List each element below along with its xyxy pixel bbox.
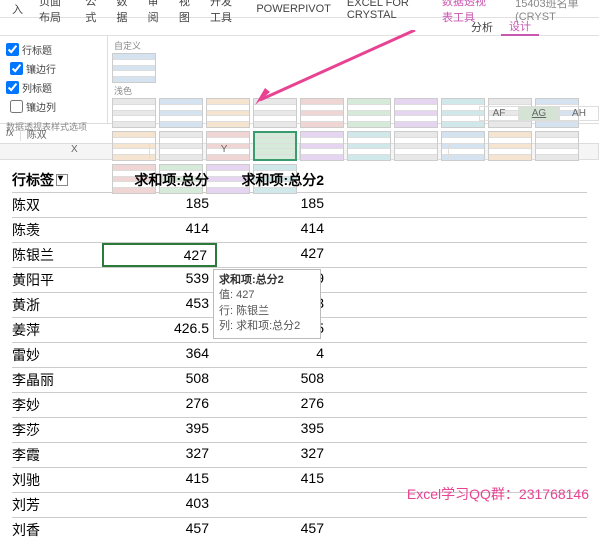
style-swatch[interactable] <box>253 98 297 128</box>
style-swatch[interactable] <box>347 98 391 128</box>
style-swatch[interactable] <box>112 53 156 83</box>
tab[interactable]: 开发工具 <box>202 0 248 25</box>
table-row[interactable]: 刘香457457 <box>12 517 587 542</box>
style-swatch[interactable] <box>300 98 344 128</box>
stripe-row-check[interactable]: 镶边行 <box>10 61 56 76</box>
col-x[interactable]: X <box>0 144 150 159</box>
table-row[interactable]: 陈双185185 <box>12 192 587 217</box>
style-swatch[interactable] <box>394 98 438 128</box>
table-row[interactable]: 李妙276276 <box>12 392 587 417</box>
tooltip-value: 值: 427 <box>219 288 315 303</box>
watermark: Excel学习QQ群：231768146 <box>407 484 589 504</box>
fx-icon[interactable]: fx <box>0 128 20 139</box>
ribbon-tabs: 入 页面布局 公式 数据 审阅 视图 开发工具 POWERPIVOT EXCEL… <box>0 0 599 18</box>
tab[interactable]: EXCEL FOR CRYSTAL <box>339 0 434 21</box>
custom-label: 自定义 <box>114 39 595 52</box>
style-swatch[interactable] <box>206 98 250 128</box>
tab[interactable]: 审阅 <box>140 0 171 25</box>
table-row[interactable]: 李晶丽508508 <box>12 367 587 392</box>
col-ah[interactable]: AH <box>559 106 599 121</box>
tab[interactable]: POWERPIVOT <box>248 3 339 15</box>
tab[interactable]: 页面布局 <box>31 0 77 25</box>
table-row[interactable]: 李莎395395 <box>12 417 587 442</box>
col-af[interactable]: AF <box>479 106 519 121</box>
column-headers: X Y <box>0 144 599 160</box>
row-label-header[interactable]: 行标签 <box>12 170 54 190</box>
table-row[interactable]: 陈银兰427427 <box>12 242 587 267</box>
style-checkboxes: 行标题 镶边行 列标题 镶边列 数据透视表样式选项 <box>0 36 108 123</box>
subtab-design[interactable]: 设计 <box>501 18 539 36</box>
tooltip-row: 行: 陈银兰 <box>219 304 315 319</box>
row-header-check[interactable]: 行标题 <box>6 42 101 57</box>
tab[interactable]: 公式 <box>77 0 108 25</box>
dropdown-icon[interactable] <box>56 174 68 186</box>
col-y[interactable]: Y <box>150 144 300 159</box>
tab[interactable]: 入 <box>4 1 31 17</box>
style-swatch[interactable] <box>159 98 203 128</box>
tooltip-title: 求和项:总分2 <box>219 273 315 288</box>
right-cols: AF AG AH <box>479 106 599 121</box>
tab[interactable]: 视图 <box>171 0 202 25</box>
fx-value[interactable]: 陈双 <box>20 126 53 141</box>
cell-tooltip: 求和项:总分2 值: 427 行: 陈银兰 列: 求和项:总分2 <box>213 269 321 339</box>
style-swatch[interactable] <box>112 98 156 128</box>
table-row[interactable]: 陈羡414414 <box>12 217 587 242</box>
col-header-check[interactable]: 列标题 <box>6 80 101 95</box>
subtab-analyze[interactable]: 分析 <box>463 19 501 35</box>
table-row[interactable]: 李霞327327 <box>12 442 587 467</box>
stripe-col-check[interactable]: 镶边列 <box>10 99 56 114</box>
col-ag[interactable]: AG <box>519 106 559 121</box>
tab[interactable]: 数据 <box>109 0 140 25</box>
table-row[interactable]: 雷妙3644 <box>12 342 587 367</box>
light-label: 浅色 <box>114 84 595 97</box>
sum-header-2: 求和项:总分2 <box>217 170 332 190</box>
tooltip-col: 列: 求和项:总分2 <box>219 319 315 334</box>
sum-header-1: 求和项:总分 <box>102 170 217 190</box>
